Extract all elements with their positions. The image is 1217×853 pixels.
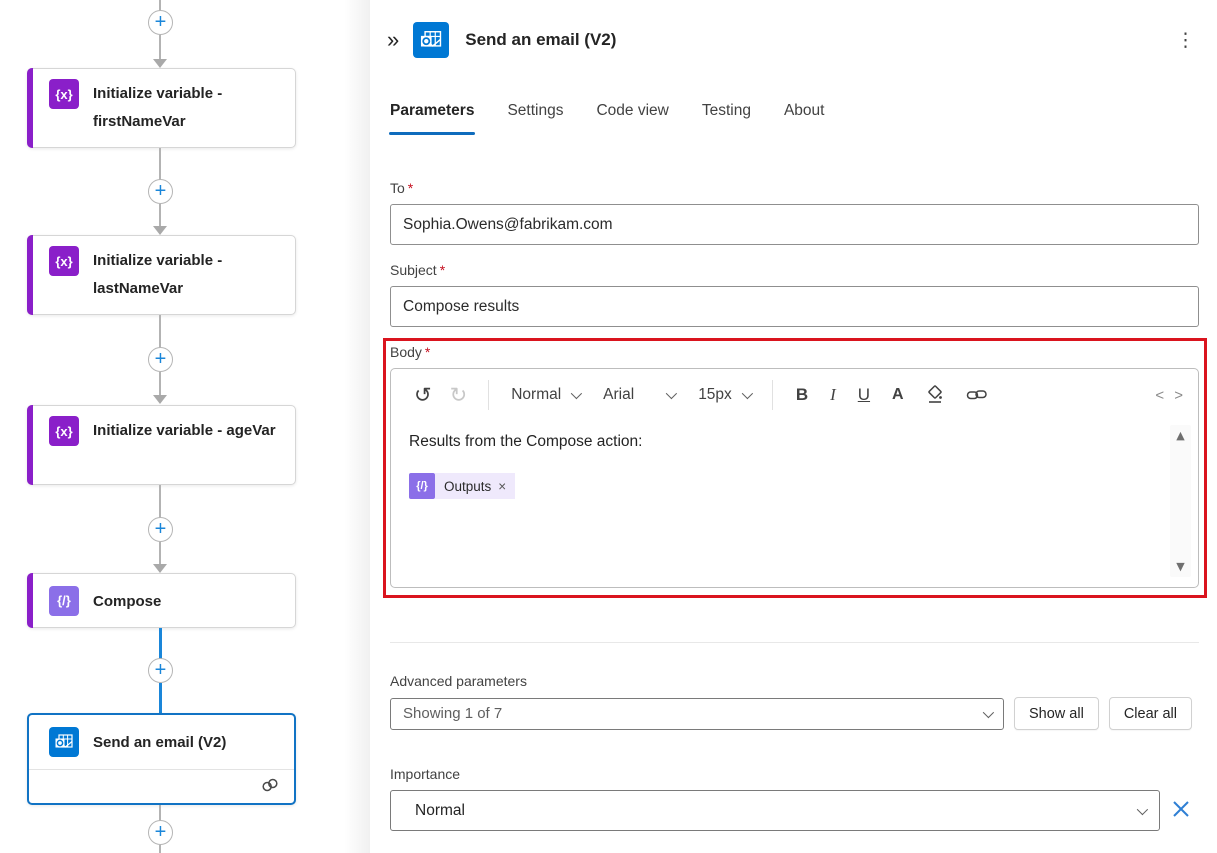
node-send-an-email-v2[interactable]: Send an email (V2) <box>27 713 296 805</box>
node-accent-bar <box>27 573 33 628</box>
to-label: To* <box>390 180 413 196</box>
importance-dropdown[interactable]: Normal <box>390 790 1160 831</box>
scroll-up-icon[interactable]: ▲ <box>1176 429 1184 442</box>
insert-step-button[interactable]: + <box>148 517 173 542</box>
panel-edge-shadow <box>344 0 370 853</box>
connector-line <box>159 542 161 564</box>
node-accent-bar <box>27 68 33 148</box>
connector-line-selected <box>159 628 162 659</box>
panel-tabs: Parameters Settings Code view Testing Ab… <box>390 102 824 135</box>
outlook-icon <box>49 727 79 757</box>
more-options-icon[interactable]: ⋮ <box>1170 27 1201 54</box>
connector-arrow <box>153 564 167 573</box>
tab-about[interactable]: About <box>784 102 825 135</box>
panel-header: » Send an email (V2) ⋮ <box>383 20 1201 60</box>
node-initialize-variable-agevar[interactable]: {x} Initialize variable - ageVar <box>27 405 296 485</box>
bold-button[interactable]: B <box>785 385 819 405</box>
to-input[interactable] <box>390 204 1199 245</box>
undo-icon[interactable]: ↺ <box>405 383 441 407</box>
font-color-button[interactable]: A <box>881 386 915 404</box>
advanced-parameters-dropdown[interactable]: Showing 1 of 7 <box>390 698 1004 730</box>
node-initialize-variable-lastnamevar[interactable]: {x} Initialize variable - lastNameVar <box>27 235 296 315</box>
connector-line <box>159 148 161 180</box>
variable-icon: {x} <box>49 79 79 109</box>
chevron-down-icon <box>983 706 994 717</box>
insert-step-button[interactable]: + <box>148 820 173 845</box>
connector-line <box>159 485 161 518</box>
subject-label: Subject* <box>390 262 445 278</box>
action-details-panel: » Send an email (V2) ⋮ Parameters Settin… <box>370 0 1217 853</box>
body-rich-text-editor[interactable]: ↺ ↻ Normal Arial 15px B I U A <box>390 368 1199 588</box>
node-compose[interactable]: {/} Compose <box>27 573 296 628</box>
tab-settings[interactable]: Settings <box>507 102 563 135</box>
connector-line <box>159 805 161 821</box>
paragraph-style-dropdown[interactable]: Normal <box>501 386 589 404</box>
tab-code-view[interactable]: Code view <box>596 102 668 135</box>
chevron-down-icon <box>1137 803 1148 814</box>
connector-line-selected <box>159 683 162 713</box>
node-initialize-variable-firstnamevar[interactable]: {x} Initialize variable - firstNameVar <box>27 68 296 148</box>
insert-step-button[interactable]: + <box>148 347 173 372</box>
insert-link-icon[interactable] <box>955 388 999 402</box>
connection-link-icon[interactable] <box>260 777 280 798</box>
connector-line <box>159 372 161 395</box>
connector-arrow <box>153 395 167 404</box>
chevron-down-icon <box>571 388 582 399</box>
node-accent-bar <box>27 235 33 315</box>
section-divider <box>390 642 1199 643</box>
code-view-toggle-icon[interactable]: < > <box>1155 387 1186 404</box>
show-all-button[interactable]: Show all <box>1014 697 1099 730</box>
outputs-token-chip[interactable]: {/} Outputs × <box>409 473 515 499</box>
editor-scrollbar[interactable]: ▲ ▼ <box>1170 425 1191 577</box>
node-title: Compose <box>93 592 161 610</box>
variable-icon: {x} <box>49 416 79 446</box>
body-label: Body* <box>390 344 430 360</box>
remove-token-icon[interactable]: × <box>498 479 506 494</box>
underline-button[interactable]: U <box>847 385 881 405</box>
remove-importance-icon[interactable] <box>1170 798 1192 825</box>
chevron-down-icon <box>742 388 753 399</box>
token-label: Outputs <box>444 479 491 494</box>
outlook-icon <box>413 22 449 58</box>
node-accent-bar <box>27 405 33 485</box>
insert-step-button[interactable]: + <box>148 10 173 35</box>
panel-title: Send an email (V2) <box>465 30 616 50</box>
connector-line <box>159 35 161 59</box>
subject-input[interactable] <box>390 286 1199 327</box>
toolbar-divider <box>772 380 773 410</box>
rich-text-toolbar: ↺ ↻ Normal Arial 15px B I U A <box>391 369 1198 421</box>
tab-parameters[interactable]: Parameters <box>390 102 474 135</box>
body-text-line: Results from the Compose action: <box>409 433 1168 451</box>
font-family-dropdown[interactable]: Arial <box>593 386 684 404</box>
compose-icon: {/} <box>49 586 79 616</box>
variable-icon: {x} <box>49 246 79 276</box>
chevron-down-icon <box>666 388 677 399</box>
workflow-canvas: + {x} Initialize variable - firstNameVar… <box>0 0 370 853</box>
connector-line <box>159 315 161 348</box>
connector-arrow <box>153 226 167 235</box>
advanced-parameters-label: Advanced parameters <box>390 673 527 689</box>
node-title: Initialize variable - lastNameVar <box>93 246 283 303</box>
toolbar-divider <box>488 380 489 410</box>
body-content[interactable]: Results from the Compose action: {/} Out… <box>391 421 1198 587</box>
insert-step-button[interactable]: + <box>148 179 173 204</box>
insert-step-button[interactable]: + <box>148 658 173 683</box>
redo-icon[interactable]: ↻ <box>441 383 477 407</box>
italic-button[interactable]: I <box>819 385 847 405</box>
importance-label: Importance <box>390 766 460 782</box>
connector-line <box>159 204 161 226</box>
collapse-panel-icon[interactable]: » <box>383 27 403 53</box>
compose-token-icon: {/} <box>409 473 435 499</box>
tab-testing[interactable]: Testing <box>702 102 751 135</box>
clear-all-button[interactable]: Clear all <box>1109 697 1192 730</box>
font-size-dropdown[interactable]: 15px <box>688 386 760 404</box>
highlight-color-icon[interactable] <box>915 385 955 405</box>
connector-arrow <box>153 59 167 68</box>
node-title: Initialize variable - ageVar <box>93 416 276 445</box>
node-title: Send an email (V2) <box>93 733 226 751</box>
node-title: Initialize variable - firstNameVar <box>93 79 283 136</box>
connector-line <box>159 845 161 853</box>
scroll-down-icon[interactable]: ▼ <box>1176 560 1184 573</box>
